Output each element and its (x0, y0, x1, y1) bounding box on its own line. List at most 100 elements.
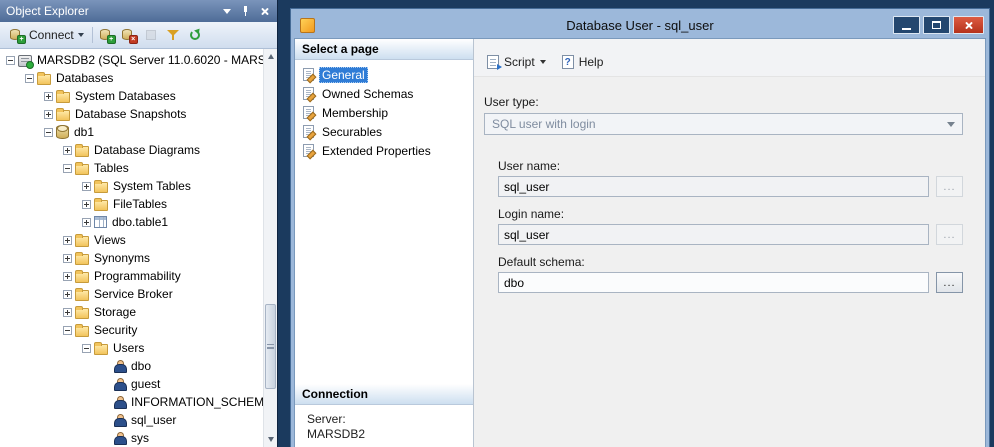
folder-icon (56, 110, 70, 121)
expand-icon[interactable] (63, 272, 72, 281)
tree-item-users[interactable]: Users (0, 339, 263, 357)
folder-icon (75, 254, 89, 265)
disconnect-button[interactable]: × (118, 24, 140, 46)
expand-icon[interactable] (82, 182, 91, 191)
tree-item-label: Programmability (94, 269, 181, 283)
tree-item-filetables[interactable]: FileTables (0, 195, 263, 213)
tree-item-dbo-table1[interactable]: dbo.table1 (0, 213, 263, 231)
expand-icon[interactable] (63, 236, 72, 245)
folder-icon (37, 74, 51, 85)
connection-gap (307, 442, 473, 447)
connect-object-explorer-button[interactable]: + (96, 24, 118, 46)
scroll-up-icon[interactable] (264, 50, 277, 63)
close-icon[interactable] (256, 3, 273, 19)
expand-icon[interactable] (82, 200, 91, 209)
default-schema-input[interactable] (498, 272, 929, 293)
help-button[interactable]: Help (557, 52, 609, 72)
page-item-extended-properties[interactable]: Extended Properties (295, 141, 473, 160)
tree-item-label: sql_user (131, 413, 176, 427)
expand-icon[interactable] (44, 92, 53, 101)
filter-button[interactable] (162, 24, 184, 46)
scrollbar-thumb[interactable] (265, 304, 276, 389)
script-button[interactable]: Script (482, 52, 551, 72)
folder-icon (75, 164, 89, 175)
tree-item-guest[interactable]: guest (0, 375, 263, 393)
tree-item-databases[interactable]: Databases (0, 69, 263, 87)
minimize-button[interactable] (893, 16, 920, 34)
object-explorer-titlebar[interactable]: Object Explorer (0, 0, 277, 22)
tree-item-information-schem[interactable]: INFORMATION_SCHEM (0, 393, 263, 411)
collapse-icon[interactable] (63, 164, 72, 173)
tree-item-views[interactable]: Views (0, 231, 263, 249)
refresh-button[interactable] (184, 24, 206, 46)
tree-item-database-snapshots[interactable]: Database Snapshots (0, 105, 263, 123)
maximize-button[interactable] (923, 16, 950, 34)
user-icon (113, 396, 126, 409)
collapse-icon[interactable] (82, 344, 91, 353)
vertical-scrollbar[interactable] (263, 49, 277, 447)
expand-icon[interactable] (63, 254, 72, 263)
page-icon (303, 68, 314, 81)
tree-item-label: Databases (56, 71, 113, 85)
page-item-general[interactable]: General (295, 65, 473, 84)
page-item-label: Membership (319, 105, 391, 121)
tree-item-marsdb2-sql-server-11-0-6020-marsd[interactable]: MARSDB2 (SQL Server 11.0.6020 - MARSD (0, 51, 263, 69)
tree-item-sys[interactable]: sys (0, 429, 263, 447)
expand-icon[interactable] (63, 308, 72, 317)
expand-icon[interactable] (44, 110, 53, 119)
tree-item-sql-user[interactable]: sql_user (0, 411, 263, 429)
form-fields: User name:...Login name:...Default schem… (498, 159, 963, 293)
tree-item-tables[interactable]: Tables (0, 159, 263, 177)
login-name-browse-button[interactable]: ... (936, 224, 963, 245)
stop-button[interactable] (140, 24, 162, 46)
dialog-main: Script Help User type: SQL user with log… (474, 39, 985, 447)
tree-item-system-tables[interactable]: System Tables (0, 177, 263, 195)
expand-icon[interactable] (63, 290, 72, 299)
tree-item-label: dbo (131, 359, 151, 373)
user-name-input[interactable] (498, 176, 929, 197)
tree-item-database-diagrams[interactable]: Database Diagrams (0, 141, 263, 159)
tree-item-label: Database Snapshots (75, 107, 186, 121)
expand-icon[interactable] (63, 146, 72, 155)
collapse-icon[interactable] (44, 128, 53, 137)
folder-icon (56, 92, 70, 103)
pane-spacer (295, 160, 473, 384)
tree-item-label: Database Diagrams (94, 143, 200, 157)
tree-item-security[interactable]: Security (0, 321, 263, 339)
tree-item-synonyms[interactable]: Synonyms (0, 249, 263, 267)
pin-icon[interactable] (237, 3, 254, 19)
default-schema-browse-button[interactable]: ... (936, 272, 963, 293)
tree-item-system-databases[interactable]: System Databases (0, 87, 263, 105)
tree-item-storage[interactable]: Storage (0, 303, 263, 321)
connection-header: Connection (295, 384, 473, 405)
user-icon (113, 414, 126, 427)
tree-item-dbo[interactable]: dbo (0, 357, 263, 375)
collapse-icon[interactable] (25, 74, 34, 83)
expand-icon[interactable] (82, 218, 91, 227)
tree-item-service-broker[interactable]: Service Broker (0, 285, 263, 303)
refresh-icon (187, 27, 203, 43)
database-icon (56, 125, 69, 139)
tree-item-label: System Databases (75, 89, 176, 103)
dialog-titlebar[interactable]: Database User - sql_user (294, 12, 986, 38)
tree-item-label: sys (131, 431, 149, 445)
page-item-owned-schemas[interactable]: Owned Schemas (295, 84, 473, 103)
tree-item-db1[interactable]: db1 (0, 123, 263, 141)
close-button[interactable] (953, 16, 984, 34)
user-name-browse-button[interactable]: ... (936, 176, 963, 197)
user-type-combo[interactable]: SQL user with login (484, 113, 963, 135)
login-name-label: Login name: (498, 207, 963, 221)
dialog-body: Select a page GeneralOwned SchemasMember… (294, 38, 986, 447)
page-item-membership[interactable]: Membership (295, 103, 473, 122)
page-item-label: Owned Schemas (319, 86, 416, 102)
window-position-menu-icon[interactable] (218, 3, 235, 19)
tree-item-label: Tables (94, 161, 129, 175)
login-name-input[interactable] (498, 224, 929, 245)
page-item-label: Securables (319, 124, 385, 140)
scroll-down-icon[interactable] (264, 433, 277, 446)
page-item-securables[interactable]: Securables (295, 122, 473, 141)
collapse-icon[interactable] (6, 56, 15, 65)
connect-button[interactable]: + Connect (4, 25, 89, 45)
collapse-icon[interactable] (63, 326, 72, 335)
tree-item-programmability[interactable]: Programmability (0, 267, 263, 285)
